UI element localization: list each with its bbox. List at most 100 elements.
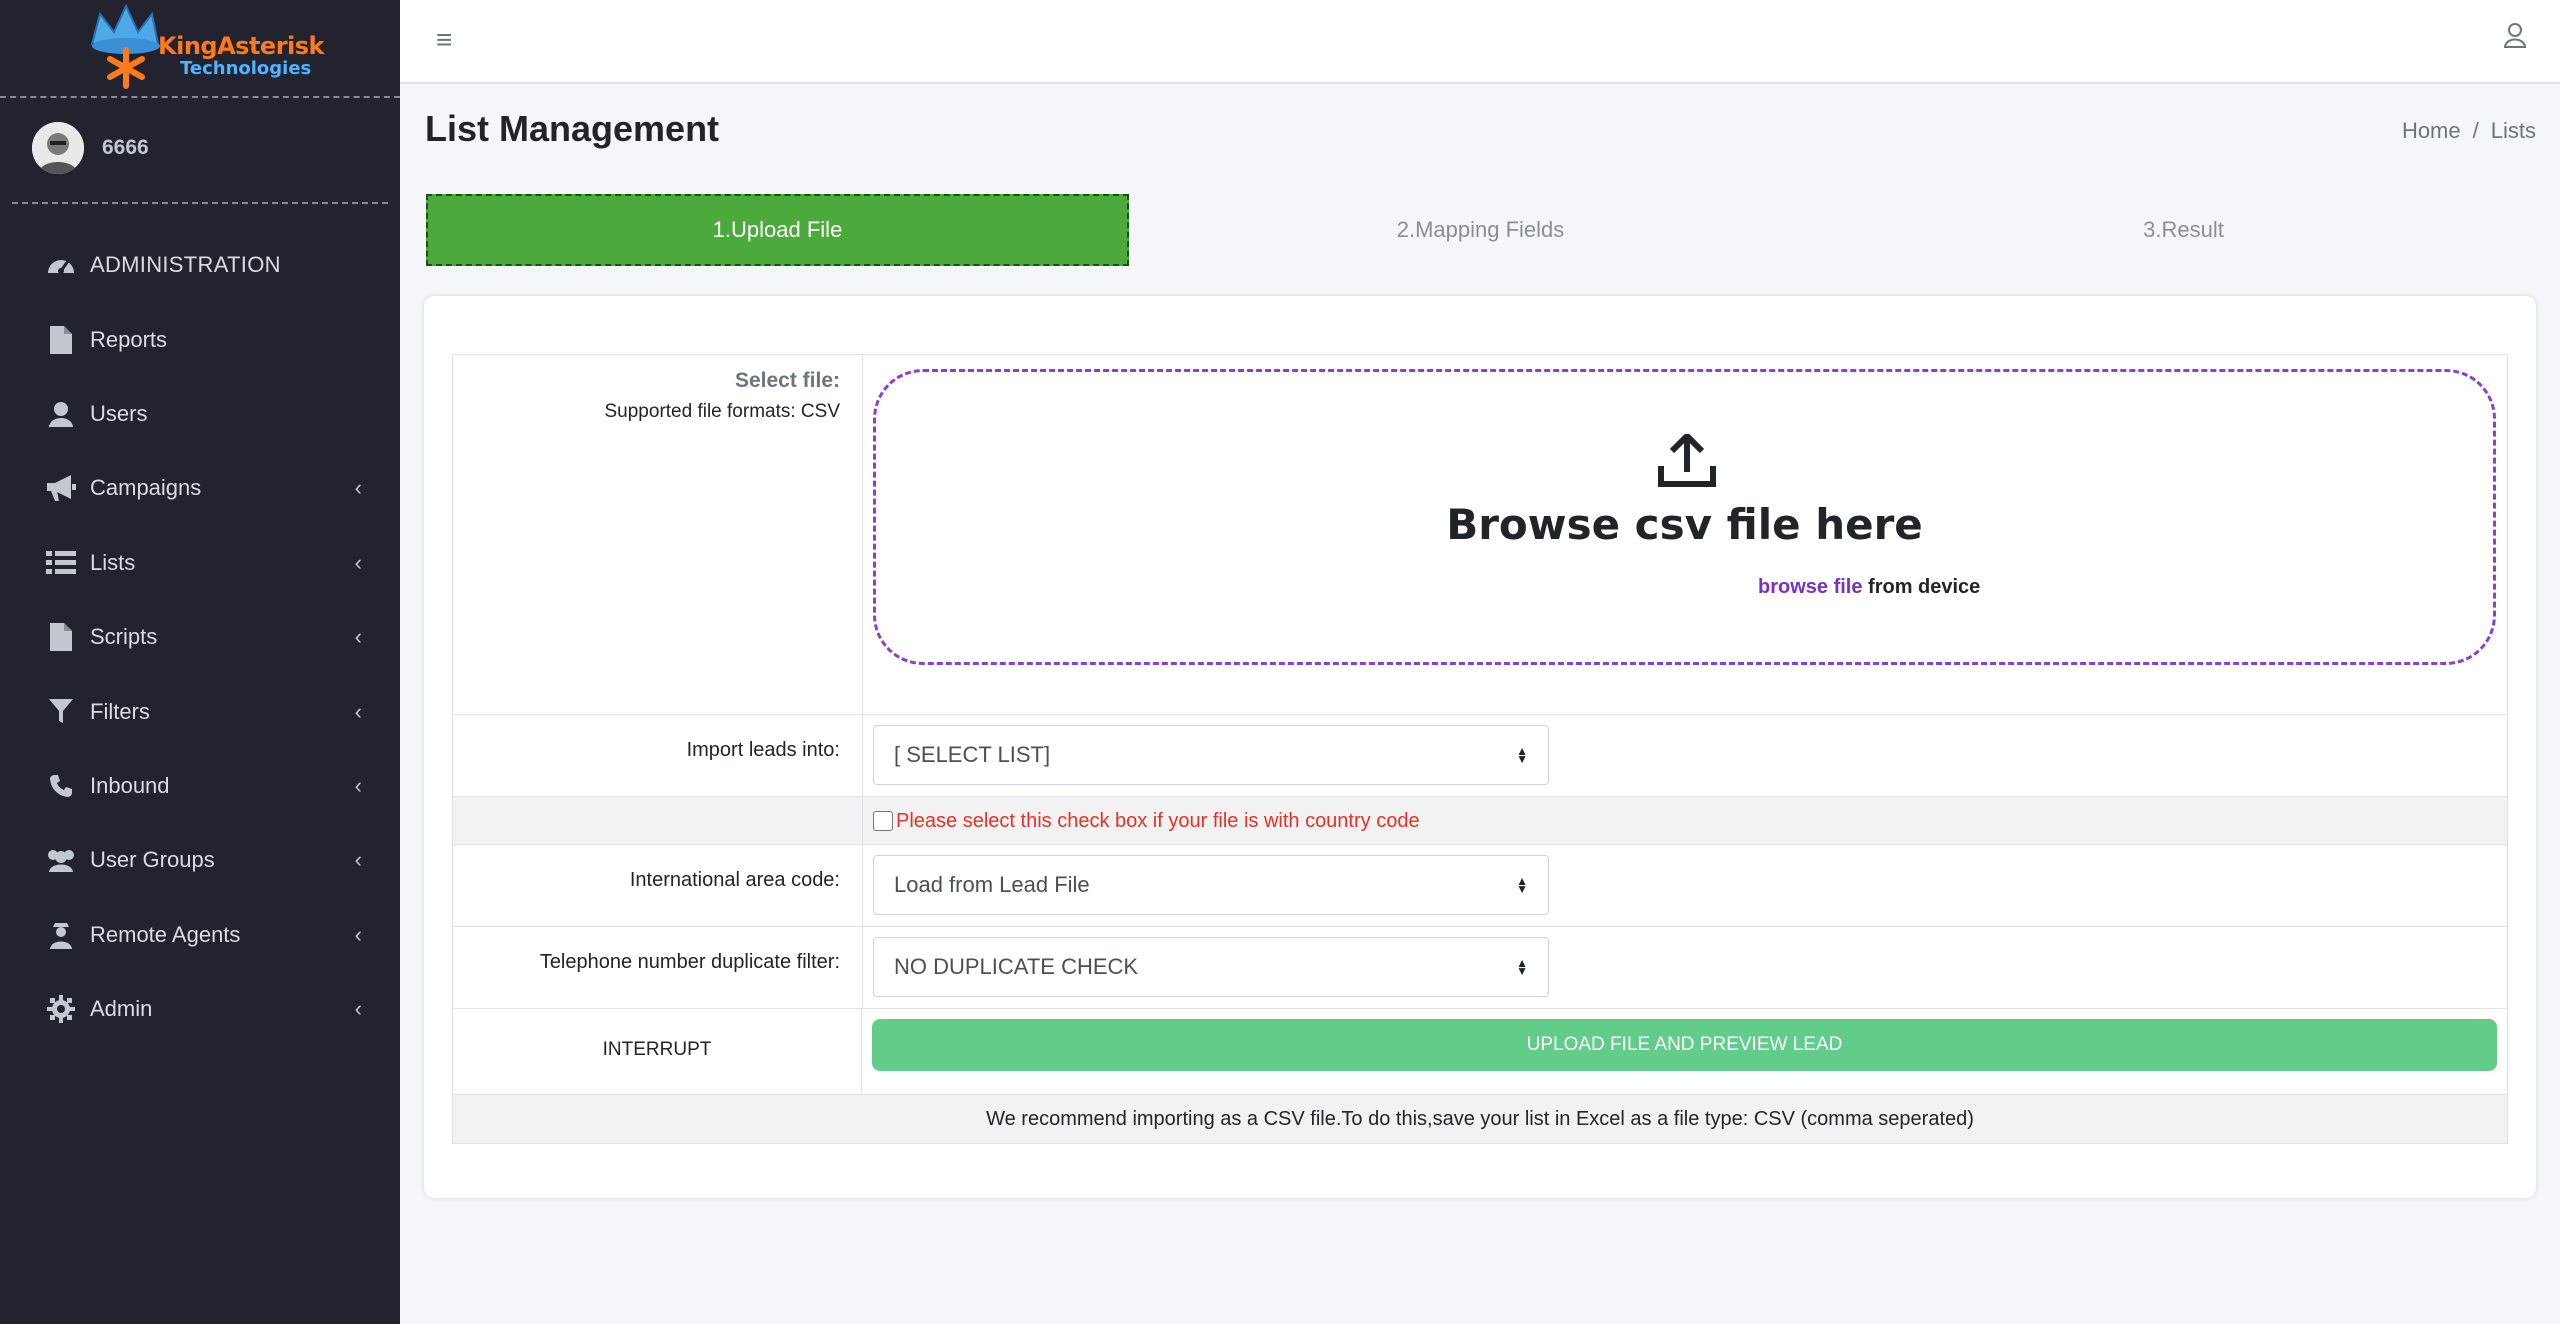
chevron-left-icon: ‹ [354,549,362,575]
user-icon [44,399,78,429]
step-upload-file[interactable]: 1.Upload File [426,194,1129,266]
sidebar-item-label: Admin [90,996,153,1022]
phone-icon [44,771,78,801]
breadcrumb: Home / Lists [2402,118,2536,144]
chevron-left-icon: ‹ [354,475,362,501]
select-file-label-cell: Select file: Supported file formats: CSV [453,355,863,714]
interrupt-label: INTERRUPT [453,1009,862,1094]
agent-icon [44,920,78,950]
dropzone-title: Browse csv file here [1446,500,1923,549]
step-result[interactable]: 3.Result [1832,194,2535,266]
upload-icon [1658,431,1716,493]
avatar[interactable] [32,122,84,174]
area-code-cell: Load from Lead File ▲ ▼ [863,845,2507,926]
users-icon [44,845,78,875]
breadcrumb-current: Lists [2490,118,2536,143]
country-code-option: Please select this check box if your fil… [873,807,2497,835]
gear-icon [44,994,78,1024]
breadcrumb-separator: / [2472,118,2479,143]
select-file-label: Select file: [734,369,840,392]
import-leads-row: Import leads into: [ SELECT LIST] ▲ ▼ [453,715,2507,797]
dropzone-cell: Browse csv file here browse file from de… [863,355,2507,714]
country-code-cell: Please select this check box if your fil… [863,797,2507,844]
import-leads-cell: [ SELECT LIST] ▲ ▼ [863,715,2507,796]
sidebar-item-label: Scripts [90,624,158,650]
area-code-value: Load from Lead File [894,872,1090,897]
sidebar-item-administration[interactable]: ADMINISTRATION [0,228,400,302]
chevron-left-icon: ‹ [354,772,362,798]
user-panel[interactable]: 6666 [12,98,388,204]
brand-tagline: Technologies [180,58,312,79]
company-logo[interactable]: KingAsterisk Technologies [86,4,325,90]
chevron-left-icon: ‹ [354,996,362,1022]
sidebar-item-filters[interactable]: Filters ‹ [0,674,400,748]
upload-preview-button[interactable]: UPLOAD FILE AND PREVIEW LEAD [872,1019,2497,1071]
brand-area: KingAsterisk Technologies [0,0,400,98]
select-file-row: Select file: Supported file formats: CSV… [453,355,2507,715]
sidebar-item-label: Campaigns [90,475,202,501]
sidebar-item-label: Remote Agents [90,921,241,947]
duplicate-filter-select[interactable]: NO DUPLICATE CHECK ▲ ▼ [873,937,1549,997]
duplicate-filter-value: NO DUPLICATE CHECK [894,954,1139,979]
import-leads-select[interactable]: [ SELECT LIST] ▲ ▼ [873,725,1549,785]
sidebar-item-campaigns[interactable]: Campaigns ‹ [0,451,400,525]
recommendation-row: We recommend importing as a CSV file.To … [453,1095,2507,1143]
duplicate-filter-cell: NO DUPLICATE CHECK ▲ ▼ [863,927,2507,1008]
country-code-text: Please select this check box if your fil… [896,809,1420,832]
sidebar-item-label: Lists [90,549,136,575]
chevron-left-icon: ‹ [354,698,362,724]
user-account-icon[interactable] [2503,22,2527,53]
dashboard-icon [44,250,78,280]
country-code-checkbox[interactable] [873,811,893,831]
filter-icon [44,697,78,727]
sidebar-item-label: ADMINISTRATION [90,252,281,278]
hamburger-menu-icon[interactable]: ≡ [436,24,452,56]
file-dropzone[interactable]: Browse csv file here browse file from de… [873,369,2496,665]
sidebar-item-label: Reports [90,326,168,352]
chevron-left-icon: ‹ [354,921,362,947]
chevron-left-icon: ‹ [354,847,362,873]
upload-card: Select file: Supported file formats: CSV… [424,296,2536,1198]
duplicate-filter-label: Telephone number duplicate filter: [453,927,863,1008]
sidebar-item-reports[interactable]: Reports [0,302,400,376]
sidebar-item-label: User Groups [90,847,215,873]
dropzone-subtitle: browse file from device [1758,576,1980,599]
duplicate-filter-row: Telephone number duplicate filter: NO DU… [453,927,2507,1009]
select-arrows-icon: ▲ ▼ [1516,956,1528,978]
select-arrows-icon: ▲ ▼ [1516,744,1528,766]
sidebar-item-label: Inbound [90,772,170,798]
supported-formats-text: Supported file formats: CSV [604,401,841,422]
avatar-image-icon [32,122,84,174]
browse-file-link[interactable]: browse file [1758,576,1862,598]
select-arrows-icon: ▲ ▼ [1516,874,1528,896]
upload-button-cell: UPLOAD FILE AND PREVIEW LEAD [862,1009,2507,1094]
page-title: List Management [425,108,720,149]
sidebar-item-admin[interactable]: Admin ‹ [0,972,400,1046]
dropzone-suffix: from device [1862,576,1981,598]
sidebar-item-user-groups[interactable]: User Groups ‹ [0,823,400,897]
country-code-label-cell [453,797,863,844]
breadcrumb-home[interactable]: Home [2402,118,2461,143]
list-icon [44,548,78,578]
import-leads-label: Import leads into: [453,715,863,796]
step-mapping-fields[interactable]: 2.Mapping Fields [1129,194,1832,266]
sidebar-item-lists[interactable]: Lists ‹ [0,526,400,600]
sidebar: KingAsterisk Technologies 6666 ADMINISTR… [0,0,400,1324]
file-icon [44,622,78,652]
upload-action-row: INTERRUPT UPLOAD FILE AND PREVIEW LEAD [453,1009,2507,1095]
sidebar-item-remote-agents[interactable]: Remote Agents ‹ [0,898,400,972]
top-navbar: ≡ [400,0,2560,84]
country-code-row: Please select this check box if your fil… [453,797,2507,845]
area-code-select[interactable]: Load from Lead File ▲ ▼ [873,855,1549,915]
sidebar-item-inbound[interactable]: Inbound ‹ [0,749,400,823]
brand-name: KingAsterisk [158,32,325,60]
wizard-steps: 1.Upload File 2.Mapping Fields 3.Result [426,194,2536,266]
import-leads-value: [ SELECT LIST] [894,742,1051,767]
sidebar-item-users[interactable]: Users [0,377,400,451]
upload-form-table: Select file: Supported file formats: CSV… [452,354,2508,1144]
sidebar-nav: ADMINISTRATION Reports Users Campaigns ‹ [0,228,400,1046]
sidebar-item-label: Users [90,400,148,426]
chevron-left-icon: ‹ [354,624,362,650]
area-code-row: International area code: Load from Lead … [453,845,2507,927]
sidebar-item-scripts[interactable]: Scripts ‹ [0,600,400,674]
